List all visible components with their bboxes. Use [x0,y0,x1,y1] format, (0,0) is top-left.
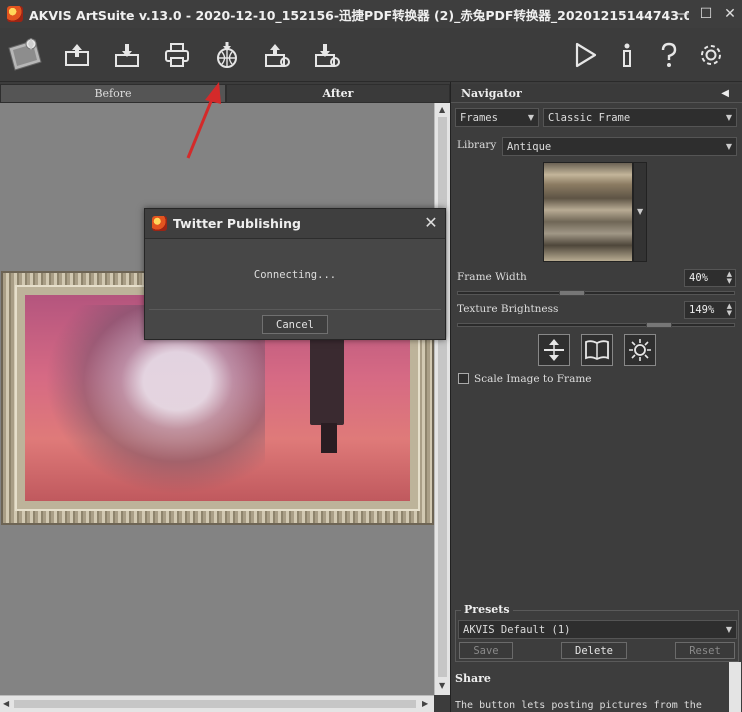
book-icon [585,340,609,361]
texture-brightness-value: 149% [689,304,715,316]
frame-width-slider-handle[interactable] [559,290,585,296]
chevron-down-icon: ▼ [725,142,732,151]
save-preset-button[interactable]: Save [459,642,513,659]
run-icon[interactable] [570,40,600,70]
save-icon[interactable] [112,40,142,70]
scale-image-label: Scale Image to Frame [474,373,592,385]
collapse-arrow-icon[interactable]: ◀ [721,88,729,99]
delete-preset-button[interactable]: Delete [561,642,627,659]
close-button[interactable]: ✕ [718,0,742,28]
twitter-publishing-dialog: Twitter Publishing ✕ Connecting... Cance… [144,208,446,340]
chevron-down-icon: ▼ [725,113,732,122]
toolbar [0,28,742,82]
horizontal-scroll-thumb[interactable] [14,700,416,708]
batch-icon[interactable] [262,40,292,70]
texture-dropdown[interactable]: ▼ [633,162,647,262]
presets-title: Presets [461,603,513,616]
scroll-down-icon[interactable]: ▼ [439,681,445,690]
flip-vertical-button[interactable] [538,334,570,366]
texture-brightness-slider-handle[interactable] [646,322,672,328]
scroll-right-icon[interactable]: ▶ [422,699,428,708]
title-bar: AKVIS ArtSuite v.13.0 - 2020-12-10_15215… [0,0,742,28]
preset-select-value: AKVIS Default (1) [463,623,571,636]
library-select[interactable]: Antique ▼ [502,137,737,156]
share-icon[interactable] [212,40,242,70]
preset-select[interactable]: AKVIS Default (1) ▼ [458,620,737,639]
dialog-title-bar: Twitter Publishing [145,209,445,239]
panel-scrollbar[interactable] [729,662,741,712]
dialog-status-message: Connecting... [253,269,337,281]
settings-panel: Navigator ◀ Frames ▼ Classic Frame ▼ Lib… [450,82,742,712]
scroll-left-icon[interactable]: ◀ [3,699,9,708]
dialog-title: Twitter Publishing [173,216,301,231]
texture-brightness-slider[interactable] [457,322,735,328]
help-icon[interactable] [654,40,684,70]
view-tabs: Before After [0,84,450,103]
print-icon[interactable] [162,40,192,70]
spinner-arrows-icon[interactable]: ▲ ▼ [727,271,732,285]
frame-width-spinner[interactable]: 40% ▲ ▼ [684,269,736,287]
vertical-scroll-thumb[interactable] [438,117,447,677]
tab-before[interactable]: Before [0,84,226,103]
dialog-divider [149,309,441,310]
info-icon[interactable] [612,40,642,70]
chevron-down-icon: ▼ [725,625,732,634]
texture-brightness-label: Texture Brightness [457,303,559,315]
texture-brightness-spinner[interactable]: 149% ▲ ▼ [684,301,736,319]
frame-type-value: Classic Frame [548,111,631,124]
reset-preset-button[interactable]: Reset [675,642,735,659]
navigator-header: Navigator ◀ [451,84,742,103]
dialog-close-icon[interactable]: ✕ [423,215,439,231]
frame-width-slider[interactable] [457,290,735,296]
open-icon[interactable] [62,40,92,70]
canvas-vertical-scrollbar[interactable]: ▲ ▼ [434,103,450,695]
frame-width-label: Frame Width [457,271,527,283]
dialog-app-icon [152,216,167,231]
frame-width-value: 40% [689,272,708,284]
minimize-button[interactable]: — [670,0,694,28]
book-frame-button[interactable] [581,334,613,366]
image-figure-legs [321,423,337,453]
preferences-icon[interactable] [696,40,726,70]
cancel-button[interactable]: Cancel [262,315,328,334]
tab-after[interactable]: After [226,84,450,103]
window-controls: — ☐ ✕ [670,0,742,28]
share-description: The button lets posting pictures from th… [455,700,702,711]
artsuite-logo-icon [5,34,45,76]
mode-select[interactable]: Frames ▼ [455,108,539,127]
maximize-button[interactable]: ☐ [694,0,718,28]
flip-vertical-icon [544,339,564,361]
library-label: Library [457,139,497,151]
scale-image-checkbox[interactable] [458,373,469,384]
spinner-arrows-icon[interactable]: ▲ ▼ [727,303,732,317]
frame-texture-preview[interactable] [543,162,633,262]
settings-preset-icon[interactable] [312,40,342,70]
sun-icon [629,339,651,361]
chevron-down-icon: ▼ [527,113,534,122]
canvas-horizontal-scrollbar[interactable]: ◀ ▶ [0,695,434,712]
mode-select-value: Frames [460,111,498,124]
navigator-title: Navigator [461,86,522,100]
library-value: Antique [507,140,552,153]
share-title: Share [455,672,491,685]
brightness-button[interactable] [624,334,656,366]
frame-type-select[interactable]: Classic Frame ▼ [543,108,737,127]
window-title: AKVIS ArtSuite v.13.0 - 2020-12-10_15215… [29,7,689,23]
app-logo-icon [7,6,23,22]
chevron-down-icon: ▼ [637,207,644,216]
scroll-up-icon[interactable]: ▲ [439,105,445,114]
